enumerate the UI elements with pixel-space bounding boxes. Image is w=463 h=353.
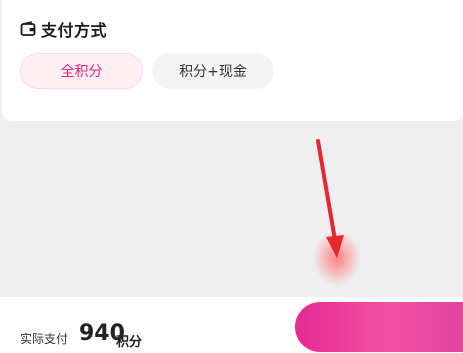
option-all-points[interactable]: 全积分 (20, 53, 143, 89)
payment-method-title: 支付方式 (41, 21, 108, 40)
payment-method-header: 支付方式 (20, 18, 107, 40)
checkout-bar: 实际支付 940 积分 (0, 297, 463, 353)
pay-unit: 积分 (116, 335, 143, 350)
payment-method-card: 支付方式 全积分 积分+现金 (2, 0, 463, 121)
confirm-pay-button[interactable] (295, 302, 463, 352)
wallet-icon (20, 21, 36, 37)
option-points-plus-cash[interactable]: 积分+现金 (152, 53, 274, 89)
actual-pay-label: 实际支付 (20, 332, 69, 346)
